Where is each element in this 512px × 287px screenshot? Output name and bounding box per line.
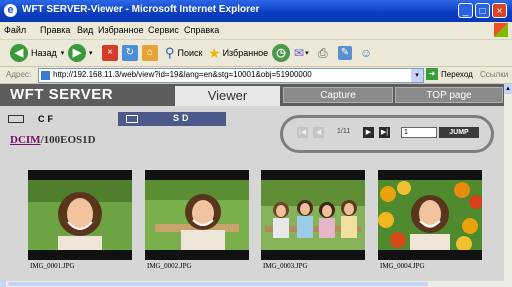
brand-title: WFT SERVER <box>10 86 114 103</box>
favorites-button[interactable]: ★ Избранное <box>208 43 268 63</box>
address-input[interactable]: http://192.168.11.3/web/view?id=19&lang=… <box>38 68 424 83</box>
printer-icon: ⎙ <box>318 45 328 60</box>
address-dropdown-icon[interactable]: ▾ <box>411 69 423 82</box>
address-url: http://192.168.11.3/web/view?id=19&lang=… <box>53 70 312 79</box>
dcim-link[interactable]: DCIM <box>10 134 41 146</box>
page-number-input[interactable]: 1 <box>401 127 437 138</box>
thumbnail-image[interactable] <box>145 180 249 250</box>
back-arrow-icon: ◀ <box>10 44 28 62</box>
menu-favorites[interactable]: Избранное <box>98 25 144 35</box>
go-button[interactable]: ➜ Переход <box>426 68 473 80</box>
cf-card-icon <box>8 115 24 123</box>
last-page-button[interactable]: ▶| <box>379 127 390 138</box>
thumbnail-image[interactable] <box>378 180 482 250</box>
thumbnail-item[interactable]: IMG_0001.JPG <box>28 170 132 272</box>
links-button[interactable]: Ссылки <box>480 70 508 79</box>
mail-dropdown-icon[interactable]: ▾ <box>305 49 309 57</box>
ie-icon: e <box>4 4 17 17</box>
jump-button[interactable]: JUMP <box>439 127 479 138</box>
address-label: Адрес: <box>6 70 32 79</box>
home-icon: ⌂ <box>142 45 158 61</box>
star-icon: ★ <box>208 44 221 61</box>
tab-viewer[interactable]: Viewer <box>175 86 280 106</box>
history-button[interactable]: ◷ <box>272 43 290 63</box>
thumbnail-frame <box>145 170 249 260</box>
go-arrow-icon: ➜ <box>426 68 438 80</box>
browser-toolbar: ◀ Назад ▾ ▶ ▾ × ↻ ⌂ ⚲ Поиск ★ Избранное … <box>0 40 512 67</box>
forward-button[interactable]: ▶ ▾ <box>68 43 93 63</box>
search-label: Поиск <box>177 48 203 58</box>
thumbnail-item[interactable]: IMG_0004.JPG <box>378 170 482 272</box>
maximize-button[interactable]: □ <box>475 3 490 18</box>
address-bar: Адрес: http://192.168.11.3/web/view?id=1… <box>0 67 512 84</box>
home-button[interactable]: ⌂ <box>142 43 158 63</box>
horizontal-scrollbar[interactable] <box>0 281 504 287</box>
page-content: WFT SERVER Viewer Capture TOP page CF SD… <box>0 84 504 287</box>
thumbnail-filename: IMG_0002.JPG <box>147 262 192 270</box>
search-icon: ⚲ <box>165 45 175 60</box>
title-bar: e WFT SERVER-Viewer - Microsoft Internet… <box>0 0 512 22</box>
tab-capture[interactable]: Capture <box>283 87 393 103</box>
page-count: 1/11 <box>337 128 351 135</box>
tab-top-page[interactable]: TOP page <box>395 87 503 103</box>
back-label: Назад <box>31 48 57 58</box>
close-button[interactable]: × <box>492 3 507 18</box>
menu-help[interactable]: Справка <box>184 25 219 35</box>
vertical-scrollbar[interactable]: ▲ <box>504 84 512 287</box>
thumbnail-image[interactable] <box>28 180 132 250</box>
refresh-icon: ↻ <box>122 45 138 61</box>
sd-label: SD <box>173 113 192 123</box>
messenger-button[interactable]: ☺ <box>360 43 372 63</box>
minimize-button[interactable]: _ <box>458 3 473 18</box>
prev-page-button[interactable]: ◀ <box>313 127 324 138</box>
search-button[interactable]: ⚲ Поиск <box>165 43 202 63</box>
card-tab-cf[interactable]: CF <box>8 114 56 124</box>
next-page-button[interactable]: ▶ <box>363 127 374 138</box>
page-header: WFT SERVER Viewer Capture TOP page <box>0 84 504 106</box>
stop-button[interactable]: × <box>102 43 118 63</box>
menu-edit[interactable]: Правка <box>40 25 70 35</box>
mail-icon: ✉ <box>294 46 305 60</box>
back-dropdown-icon[interactable]: ▾ <box>61 49 65 57</box>
scroll-up-button[interactable]: ▲ <box>504 84 512 94</box>
folder-path: DCIM/100EOS1D <box>10 134 96 146</box>
stop-icon: × <box>102 45 118 61</box>
mail-button[interactable]: ✉ ▾ <box>294 43 309 63</box>
sd-card-icon <box>126 115 138 123</box>
favorites-label: Избранное <box>222 48 269 58</box>
print-button[interactable]: ⎙ <box>318 43 328 63</box>
edit-button[interactable]: ✎ <box>338 43 352 63</box>
menu-tools[interactable]: Сервис <box>148 25 179 35</box>
menu-view[interactable]: Вид <box>77 25 93 35</box>
window-title: WFT SERVER-Viewer - Microsoft Internet E… <box>22 4 260 15</box>
first-page-button[interactable]: |◀ <box>297 127 308 138</box>
messenger-icon: ☺ <box>360 46 373 60</box>
thumbnail-filename: IMG_0004.JPG <box>380 262 425 270</box>
horizontal-scroll-thumb[interactable] <box>8 282 428 286</box>
menu-file[interactable]: Файл <box>4 25 26 35</box>
history-icon: ◷ <box>272 44 290 62</box>
folder-name: /100EOS1D <box>40 134 96 146</box>
page-icon <box>41 71 50 80</box>
card-tab-sd[interactable]: SD <box>118 112 226 126</box>
pagination-controls: |◀ ◀ 1/11 ▶ ▶| 1 JUMP <box>280 115 494 153</box>
thumbnail-frame <box>378 170 482 260</box>
thumbnail-frame <box>261 170 365 260</box>
thumbnail-item[interactable]: IMG_0002.JPG <box>145 170 249 272</box>
menu-bar: Файл Правка Вид Избранное Сервис Справка <box>0 22 512 40</box>
thumbnail-item[interactable]: IMG_0003.JPG <box>261 170 365 272</box>
edit-icon: ✎ <box>338 46 352 60</box>
back-button[interactable]: ◀ Назад ▾ <box>10 43 64 63</box>
thumbnail-filename: IMG_0003.JPG <box>263 262 308 270</box>
forward-dropdown-icon[interactable]: ▾ <box>89 49 93 57</box>
scroll-left-button[interactable] <box>0 281 6 287</box>
refresh-button[interactable]: ↻ <box>122 43 138 63</box>
windows-logo-icon <box>494 23 508 37</box>
cf-label: CF <box>38 114 56 124</box>
thumbnail-image[interactable] <box>261 180 365 250</box>
go-label: Переход <box>441 69 473 79</box>
forward-arrow-icon: ▶ <box>68 44 86 62</box>
thumbnail-filename: IMG_0001.JPG <box>30 262 75 270</box>
thumbnail-frame <box>28 170 132 260</box>
